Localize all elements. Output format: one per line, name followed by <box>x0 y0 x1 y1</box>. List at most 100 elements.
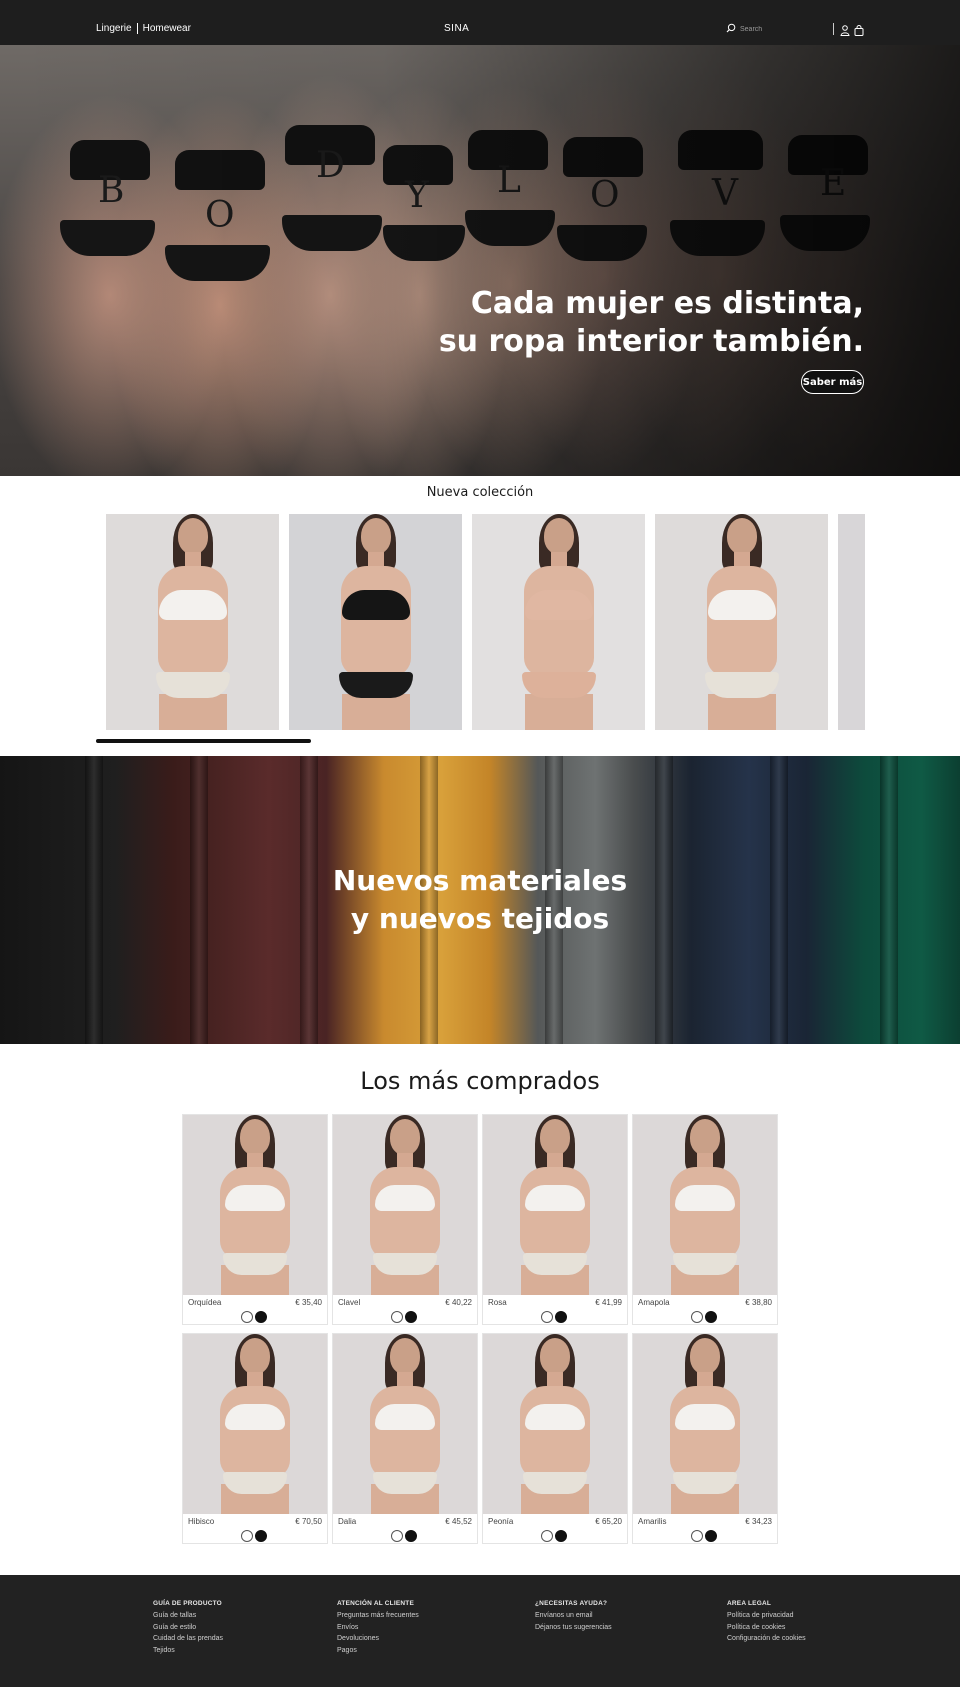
hero-photo-bra <box>383 145 453 185</box>
search-icon[interactable] <box>726 20 736 38</box>
product-photo[interactable] <box>333 1334 477 1514</box>
footer-link[interactable]: Envíos <box>337 1624 419 1631</box>
color-swatch-black[interactable] <box>705 1311 717 1323</box>
footer-link[interactable]: Guía de tallas <box>153 1612 223 1619</box>
footer-link[interactable]: Devoluciones <box>337 1635 419 1642</box>
product-photo[interactable] <box>633 1115 777 1295</box>
product-card[interactable]: Hibisco € 70,50 <box>182 1333 328 1544</box>
footer-link[interactable]: Política de privacidad <box>727 1612 806 1619</box>
footer-link[interactable]: Configuración de cookies <box>727 1635 806 1642</box>
color-swatch-white[interactable] <box>541 1311 553 1323</box>
product-name[interactable]: Dalia <box>338 1517 356 1526</box>
hero-photo-brief <box>557 225 647 261</box>
product-price: € 45,52 <box>445 1517 472 1526</box>
color-swatch-white[interactable] <box>541 1530 553 1542</box>
product-name[interactable]: Hibisco <box>188 1517 214 1526</box>
color-swatch-black[interactable] <box>705 1530 717 1542</box>
color-swatch-black[interactable] <box>555 1530 567 1542</box>
product-card[interactable]: Amapola € 38,80 <box>632 1114 778 1325</box>
footer-link[interactable]: Política de cookies <box>727 1624 806 1631</box>
product-card[interactable]: Peonía € 65,20 <box>482 1333 628 1544</box>
product-card[interactable]: Rosa € 41,99 <box>482 1114 628 1325</box>
product-photo[interactable] <box>633 1334 777 1514</box>
color-swatch-black[interactable] <box>555 1311 567 1323</box>
materials-heading: Nuevos materiales y nuevos tejidos <box>0 862 960 938</box>
color-swatches <box>541 1530 567 1542</box>
footer-link[interactable]: Envíanos un email <box>535 1612 612 1619</box>
new-collection-card[interactable] <box>472 514 645 730</box>
hero-photo-brief <box>780 215 870 251</box>
color-swatch-white[interactable] <box>241 1530 253 1542</box>
product-photo[interactable] <box>483 1115 627 1295</box>
top-navigation-bar: Lingerie Homewear SINA <box>0 0 960 45</box>
footer-link[interactable]: Déjanos tus sugerencias <box>535 1624 612 1631</box>
color-swatch-white[interactable] <box>241 1311 253 1323</box>
product-card[interactable]: Orquídea € 35,40 <box>182 1114 328 1325</box>
hero-body-letter: D <box>316 145 345 186</box>
carousel-scrollbar-thumb[interactable] <box>96 739 311 743</box>
product-card[interactable]: Dalia € 45,52 <box>332 1333 478 1544</box>
color-swatches <box>391 1530 417 1542</box>
color-swatch-white[interactable] <box>391 1311 403 1323</box>
category-links: Lingerie Homewear <box>96 23 191 34</box>
product-name[interactable]: Amapola <box>638 1298 670 1307</box>
product-photo[interactable] <box>483 1334 627 1514</box>
product-card[interactable]: Amarilis € 34,23 <box>632 1333 778 1544</box>
color-swatch-black[interactable] <box>405 1530 417 1542</box>
materials-heading-line2: y nuevos tejidos <box>350 902 610 935</box>
color-swatch-black[interactable] <box>255 1530 267 1542</box>
product-name[interactable]: Peonía <box>488 1517 513 1526</box>
footer-column-title: ATENCIÓN AL CLIENTE <box>337 1600 414 1607</box>
hero-body-letter: L <box>497 160 521 201</box>
page: Lingerie Homewear SINA Search B O D Y L … <box>0 0 960 1687</box>
footer-link[interactable]: Pagos <box>337 1647 419 1654</box>
nav-link-homewear[interactable]: Homewear <box>143 23 191 34</box>
brand-logo[interactable]: SINA <box>444 23 469 34</box>
hero-photo-brief <box>60 220 155 256</box>
color-swatch-white[interactable] <box>391 1530 403 1542</box>
color-swatches <box>391 1311 417 1323</box>
color-swatch-black[interactable] <box>405 1311 417 1323</box>
footer-column-title: AREA LEGAL <box>727 1600 772 1607</box>
color-swatch-white[interactable] <box>691 1311 703 1323</box>
new-collection-card[interactable] <box>289 514 462 730</box>
learn-more-button[interactable]: Saber más <box>801 370 864 394</box>
color-swatches <box>691 1530 717 1542</box>
footer-column-legal: AREA LEGAL Política de privacidad Políti… <box>727 1600 806 1647</box>
color-swatches <box>241 1530 267 1542</box>
color-swatch-white[interactable] <box>691 1530 703 1542</box>
footer-link[interactable]: Guía de estilo <box>153 1624 223 1631</box>
hero-heading-line2: su ropa interior también. <box>438 324 864 359</box>
product-photo[interactable] <box>183 1115 327 1295</box>
product-card[interactable]: Clavel € 40,22 <box>332 1114 478 1325</box>
shopping-bag-icon[interactable] <box>854 23 864 41</box>
product-name[interactable]: Amarilis <box>638 1517 666 1526</box>
color-swatches <box>541 1311 567 1323</box>
search-input[interactable] <box>740 25 820 33</box>
product-photo[interactable] <box>333 1115 477 1295</box>
product-name[interactable]: Orquídea <box>188 1298 221 1307</box>
hero-body-letter: O <box>205 195 235 236</box>
hero-photo-brief <box>465 210 555 246</box>
new-collection-card-peek[interactable] <box>838 514 865 730</box>
hero-photo-brief <box>383 225 465 261</box>
search-box[interactable] <box>726 23 824 35</box>
footer-link[interactable]: Tejidos <box>153 1647 223 1654</box>
product-photo <box>138 514 248 730</box>
product-name[interactable]: Clavel <box>338 1298 360 1307</box>
user-icon[interactable] <box>840 23 850 41</box>
new-collection-card[interactable] <box>655 514 828 730</box>
materials-heading-line1: Nuevos materiales <box>332 864 628 897</box>
color-swatch-black[interactable] <box>255 1311 267 1323</box>
product-photo[interactable] <box>183 1334 327 1514</box>
product-price: € 40,22 <box>445 1298 472 1307</box>
footer-link[interactable]: Preguntas más frecuentes <box>337 1612 419 1619</box>
nav-link-lingerie[interactable]: Lingerie <box>96 23 132 34</box>
footer-link[interactable]: Cuidad de las prendas <box>153 1635 223 1642</box>
product-name[interactable]: Rosa <box>488 1298 507 1307</box>
product-photo <box>321 514 431 730</box>
product-price: € 34,23 <box>745 1517 772 1526</box>
hero-body-letter: Y <box>405 175 429 216</box>
new-collection-card[interactable] <box>106 514 279 730</box>
hero-photo-bra <box>70 140 150 180</box>
